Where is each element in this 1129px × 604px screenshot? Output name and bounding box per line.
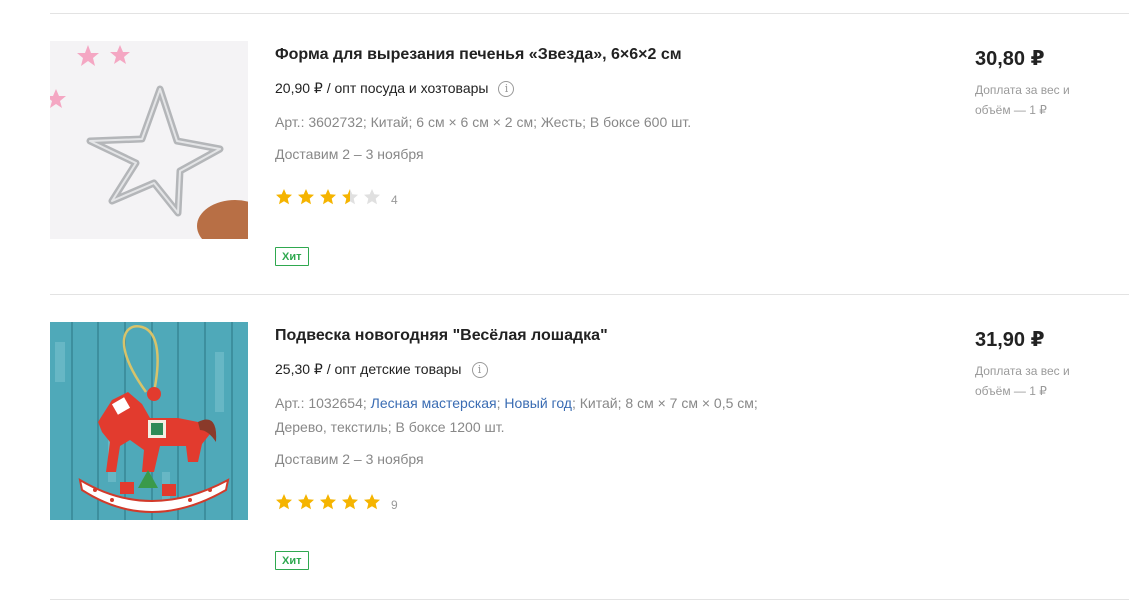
item-divider [50,294,1129,295]
spec-country: Китай; [579,395,622,411]
wholesale-price: 25,30 ₽ / опт детские товары i [275,361,488,378]
brand-link[interactable]: Лесная мастерская [371,395,497,411]
hit-badge: Хит [275,551,309,570]
reviews-count[interactable]: 4 [391,193,398,207]
extra-fee-note: Доплата за вес и объём — 1 ₽ [975,364,1070,398]
star-rating: 9 [275,493,398,516]
collection-link[interactable]: Новый год [504,395,572,411]
star-icon [342,189,358,205]
star-icon [364,189,380,205]
delivery-date: Доставим 2 – 3 ноября [275,146,424,162]
product-specs: Арт.: 1032654; Лесная мастерская; Новый … [275,391,835,439]
spec-article: Арт.: 1032654; [275,395,367,411]
product-title[interactable]: Подвеска новогодняя "Весёлая лошадка" [275,327,608,345]
extra-fee-note: Доплата за вес и объём — 1 ₽ [975,83,1070,117]
rating-stars [275,188,385,211]
star-icon [276,189,292,205]
spec-article: Арт.: 3602732; [275,114,367,130]
reviews-count[interactable]: 9 [391,498,398,512]
spec-box: В боксе 1200 шт. [395,419,505,435]
product-specs: Арт.: 3602732; Китай; 6 см × 6 см × 2 см… [275,110,835,134]
hit-badge: Хит [275,247,309,266]
top-divider [50,13,1129,14]
collection-separator: ; [571,395,576,411]
star-rating: 4 [275,188,398,211]
rating-stars [275,493,385,516]
product-price: 31,90 ₽ [975,329,1045,351]
wholesale-price-label: 25,30 ₽ / опт детские товары [275,361,462,377]
star-icon [364,494,380,510]
spec-material: Жесть; [540,114,586,130]
spec-country: Китай; [370,114,413,130]
info-icon[interactable]: i [471,361,488,378]
brand-separator: ; [496,395,501,411]
product-image[interactable] [50,41,248,239]
delivery-date: Доставим 2 – 3 ноября [275,451,424,467]
wholesale-price: 20,90 ₽ / опт посуда и хозтовары i [275,80,515,97]
product-price: 30,80 ₽ [975,48,1045,70]
spec-material: Дерево, текстиль; [275,419,392,435]
product-image[interactable] [50,322,248,520]
star-icon [276,494,292,510]
wholesale-price-label: 20,90 ₽ / опт посуда и хозтовары [275,80,489,96]
spec-box: В боксе 600 шт. [589,114,692,130]
star-icon [298,189,314,205]
star-icon [320,494,336,510]
spec-size: 8 см × 7 см × 0,5 см; [625,395,758,411]
info-icon[interactable]: i [498,80,515,97]
spec-size: 6 см × 6 см × 2 см; [416,114,537,130]
star-icon [298,494,314,510]
product-title[interactable]: Форма для вырезания печенья «Звезда», 6×… [275,46,682,64]
bottom-divider [50,599,1129,600]
star-icon [342,494,358,510]
star-icon [320,189,336,205]
